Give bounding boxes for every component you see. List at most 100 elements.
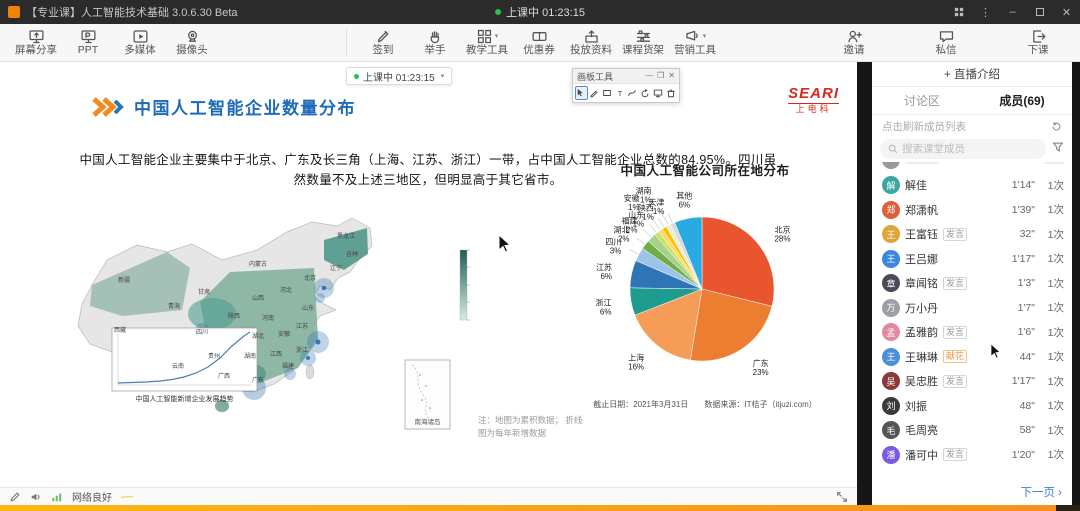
- expand-icon[interactable]: [836, 491, 848, 503]
- member-list: 解 解佳 1'14" 1次 郑 郑潇帆 1'39" 1次 王 王富钰 发言 32…: [872, 162, 1072, 505]
- member-name: 王琳琳: [905, 349, 938, 365]
- invite-button[interactable]: 邀请: [828, 29, 880, 57]
- toolbar-divider: [346, 29, 347, 55]
- annotate-pen-icon[interactable]: [9, 491, 21, 503]
- palette-popout-button[interactable]: ❒: [657, 72, 664, 80]
- end-class-button[interactable]: 下课: [1012, 29, 1064, 57]
- member-row[interactable]: 解 解佳 1'14" 1次: [882, 173, 1064, 198]
- materials-button[interactable]: 投放资料: [565, 29, 617, 57]
- member-speak-count: 1次: [1040, 325, 1064, 340]
- trend-inset-caption: 中国人工智能新增企业发展趋势: [112, 394, 257, 404]
- map-province-label: 湖北: [252, 332, 264, 340]
- member-row[interactable]: 王 王琳琳 献花 44" 1次: [882, 345, 1064, 370]
- layout-grid-button[interactable]: [945, 0, 972, 24]
- member-search-box[interactable]: [880, 139, 1046, 159]
- next-page-link[interactable]: 下一页 ›: [1020, 484, 1062, 500]
- course-shelf-icon: [635, 28, 652, 45]
- shape-tool-button[interactable]: [602, 87, 613, 99]
- member-row[interactable]: 郑 郑潇帆 1'39" 1次: [882, 198, 1064, 223]
- more-menu-button[interactable]: ⋮: [972, 0, 999, 24]
- member-row[interactable]: 刘 刘振 48" 1次: [882, 394, 1064, 419]
- speaker-icon[interactable]: [30, 491, 42, 503]
- member-name: 刘振: [905, 398, 927, 414]
- board-tool-button[interactable]: [653, 87, 664, 99]
- multimedia-button[interactable]: 多媒体: [114, 29, 166, 57]
- avatar: 章: [882, 274, 900, 292]
- clear-tool-button[interactable]: [665, 87, 676, 99]
- map-province-label: 西藏: [114, 326, 126, 334]
- avatar: 吴: [882, 372, 900, 390]
- filter-button[interactable]: [1052, 140, 1064, 158]
- marketing-tools-button[interactable]: ▾ 营销工具: [669, 29, 721, 57]
- tool-label: 屏幕分享: [15, 45, 57, 57]
- map-province-label: 江苏: [296, 322, 308, 330]
- pie-leader-line: [659, 218, 664, 227]
- pie-leader-line: [668, 213, 672, 222]
- tab-discussion[interactable]: 讨论区: [872, 87, 972, 114]
- tool-label: 私信: [936, 45, 957, 57]
- avatar: 王: [882, 250, 900, 268]
- member-row[interactable]: 王 王富钰 发言 32" 1次: [882, 222, 1064, 247]
- member-badge: 发言: [943, 448, 967, 461]
- member-name: 解佳: [905, 177, 927, 193]
- palette-close-button[interactable]: ✕: [668, 72, 675, 80]
- pie-leader-line: [629, 249, 638, 254]
- member-row[interactable]: 孟 孟雅韵 发言 1'6" 1次: [882, 320, 1064, 345]
- tool-label: 投放资料: [570, 45, 612, 57]
- ppt-button[interactable]: PPT: [62, 29, 114, 57]
- search-input[interactable]: [902, 143, 1038, 155]
- member-speak-count: 1次: [1040, 178, 1064, 193]
- chevron-down-icon: ▾: [441, 72, 445, 80]
- teaching-tools-button[interactable]: ▾ 教学工具: [461, 29, 513, 57]
- map-province-label: 辽宁: [330, 264, 342, 272]
- pen-tool-button[interactable]: [589, 87, 600, 99]
- close-button[interactable]: ✕: [1053, 0, 1080, 24]
- camera-button[interactable]: 摄像头: [166, 29, 218, 57]
- coupon-button[interactable]: 优惠券: [513, 29, 565, 57]
- sign-in-button[interactable]: 签到: [357, 29, 409, 57]
- minimize-button[interactable]: –: [999, 0, 1026, 24]
- chart-title: 中国人工智能公司所在地分布: [560, 160, 850, 179]
- trash-icon: [666, 88, 676, 98]
- map-province-label: 陕西: [228, 312, 240, 320]
- member-row[interactable]: 吴 吴忠胜 发言 1'17" 1次: [882, 369, 1064, 394]
- course-shelf-button[interactable]: 课程货架: [617, 29, 669, 57]
- direct-message-button[interactable]: 私信: [920, 29, 972, 57]
- tab-members[interactable]: 成员(69): [972, 87, 1072, 114]
- invite-icon: [846, 28, 863, 45]
- tool-label: 摄像头: [176, 45, 208, 57]
- map-province-label: 甘肃: [198, 288, 210, 296]
- mouse-cursor: [498, 234, 512, 253]
- materials-icon: [583, 28, 600, 45]
- ppt-icon: [80, 28, 97, 45]
- member-row[interactable]: 王 王吕娜 1'17" 1次: [882, 247, 1064, 272]
- member-speak-time: 1'17": [1012, 375, 1035, 387]
- class-timer-pill[interactable]: 上课中 01:23:15 ▾: [346, 67, 452, 85]
- sidebar: + 直播介绍 讨论区 成员(69) 点击刷新成员列表: [872, 62, 1072, 505]
- member-row[interactable]: 万 万小丹 1'7" 1次: [882, 296, 1064, 321]
- member-name: 王吕娜: [905, 251, 938, 267]
- text-tool-button[interactable]: T: [614, 87, 625, 99]
- refresh-member-list[interactable]: 点击刷新成员列表: [872, 115, 1072, 137]
- member-row[interactable]: 毛 毛周亮 58" 1次: [882, 418, 1064, 443]
- map-province-label: 黑龙江: [337, 232, 355, 240]
- raise-hand-button[interactable]: 举手: [409, 29, 461, 57]
- member-row[interactable]: 潘 潘可中 发言 1'20" 1次: [882, 443, 1064, 468]
- restore-button[interactable]: [1026, 0, 1053, 24]
- chevrons-icon: [92, 96, 124, 118]
- member-speak-count: 1次: [1040, 227, 1064, 242]
- grid-icon: [954, 7, 964, 17]
- member-row[interactable]: 章 章闻铭 发言 1'3" 1次: [882, 271, 1064, 296]
- yellow-annotation-scribble: [121, 491, 133, 503]
- live-intro-button[interactable]: + 直播介绍: [872, 62, 1072, 87]
- select-tool-button[interactable]: [576, 87, 587, 99]
- map-province-label: 青海: [168, 302, 180, 310]
- member-speak-count: 1次: [1040, 276, 1064, 291]
- undo-tool-button[interactable]: [640, 87, 651, 99]
- screen-share-button[interactable]: 屏幕分享: [10, 29, 62, 57]
- curve-tool-button[interactable]: [627, 87, 638, 99]
- member-speak-count: 1次: [1040, 349, 1064, 364]
- pie-label: 上海16%: [628, 353, 644, 372]
- mouse-cursor-2: [990, 343, 1002, 359]
- palette-minimize-button[interactable]: —: [645, 72, 653, 80]
